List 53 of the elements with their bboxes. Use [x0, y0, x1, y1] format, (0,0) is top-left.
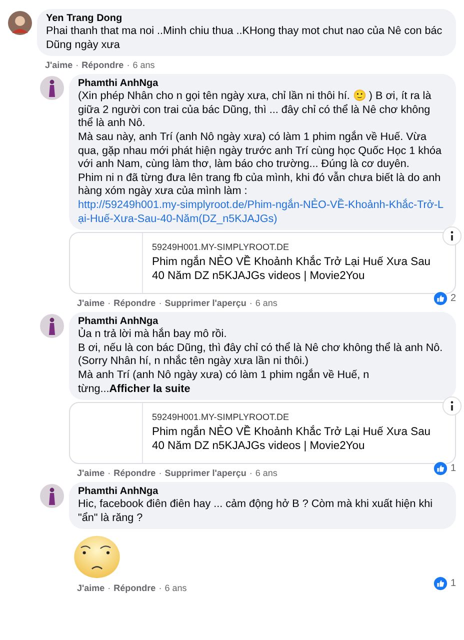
- separator: ·: [76, 60, 79, 70]
- timestamp: 6 ans: [255, 468, 278, 478]
- avatar-icon[interactable]: [40, 484, 64, 508]
- comment-text: Ủa n trả lời mà hắn bay mô rồi.: [78, 328, 228, 342]
- separator: ·: [108, 468, 111, 478]
- avatar-icon[interactable]: [8, 11, 32, 35]
- like-icon: [433, 291, 448, 306]
- author-name[interactable]: Phamthi AnhNga: [78, 316, 447, 328]
- preview-title: Phim ngắn NẺO VỀ Khoảnh Khắc Trở Lại Huế Xưa Sau 40 Năm DZ n5KJAJGs videos | Movie2You: [152, 255, 432, 284]
- like-icon: [433, 576, 448, 592]
- action-link[interactable]: Répondre: [114, 583, 156, 594]
- info-icon[interactable]: [442, 226, 462, 246]
- separator: ·: [249, 298, 252, 308]
- action-link[interactable]: J'aime: [77, 468, 105, 478]
- comment-text: B ơi, nếu là con bác Dũng, thì đây chỉ có thể là Nê chơ không thể là anh Nô.: [78, 342, 444, 354]
- action-link[interactable]: J'aime: [45, 60, 73, 70]
- timestamp: 6 ans: [255, 298, 278, 308]
- timestamp: 6 ans: [132, 60, 155, 70]
- action-link[interactable]: Répondre: [114, 298, 156, 308]
- preview-title: Phim ngắn NẺO VỀ Khoảnh Khắc Trở Lại Huế Xưa Sau 40 Năm DZ n5KJAJGs videos | Movie2You: [152, 425, 432, 454]
- separator: ·: [108, 298, 111, 308]
- preview-domain: 59249H001.MY-SIMPLYROOT.DE: [152, 412, 290, 422]
- preview-domain: 59249H001.MY-SIMPLYROOT.DE: [152, 242, 290, 252]
- separator: ·: [108, 583, 111, 594]
- comment-text: Mà sau này, anh Trí (anh Nô ngày xưa) có làm 1 phim ngắn về Huế. Vừa qua, gặp nhau mới phát hiện ngày trước anh Trí cùng học Quốc Học 1 khóa với anh Nam, cùng làm thơ, làm báo cho trường... Đúng là cơ duyên.: [78, 130, 443, 172]
- separator: ·: [126, 60, 130, 70]
- action-link[interactable]: Répondre: [82, 60, 124, 70]
- see-more-link[interactable]: Afficher la suite: [109, 382, 190, 394]
- action-link[interactable]: J'aime: [77, 298, 105, 308]
- separator: ·: [158, 298, 162, 308]
- timestamp: 6 ans: [164, 583, 187, 594]
- link[interactable]: http://59249h001.my-simplyroot.de/Phim-ngắn-NẺO-VỀ-Khoảnh-Khắc-Trở-Lại-Huế-Xưa-Sau-40-Năm(DZ_n5KJAJGs): [78, 198, 447, 226]
- comment-text: Hic, facebook điên điên hay ... cảm động hở B ? Còm mà khi xuất hiện khi "ẩn" là răng ?: [78, 498, 434, 526]
- avatar-icon[interactable]: [40, 314, 64, 338]
- action-link[interactable]: Supprimer l'aperçu: [164, 468, 246, 478]
- author-name[interactable]: Yen Trang Dong: [46, 13, 447, 25]
- separator: ·: [158, 468, 162, 478]
- comment-text: Phim ni n đã từng đưa lên trang fb của mình, khi đó vẫn chưa biết là do anh hàng xóm ngày xưa của mình làm : http://59249h001.my-simplyroot.de/Phim-ngắn-NẺO-VỀ-Khoảnh-Khắc-Trở-Lại-Huế-Xưa-Sau-40-Năm(DZ_n5KJAJGs): [78, 172, 447, 226]
- like-icon: [433, 461, 448, 476]
- like-count: 1: [433, 576, 456, 592]
- comment-text: (Xin phép Nhân cho n gọi tên ngày xưa, chỉ lần ni thôi hí. 🙂 ) B ơi, ít ra là giữa 2 người con trai của bác Dũng, thì ... đây chỉ có thể là Nê chơ không thể là anh Nô.: [78, 90, 432, 130]
- avatar-icon[interactable]: [40, 76, 64, 100]
- action-link[interactable]: Répondre: [114, 468, 156, 478]
- author-name[interactable]: Phamthi AnhNga: [78, 486, 447, 498]
- author-name[interactable]: Phamthi AnhNga: [78, 78, 447, 90]
- comment-text: Phai thanh that ma noi ..Minh chiu thua ..KHong thay mot chut nao của Nê con bác Dũng ngày xưa: [46, 25, 444, 52]
- info-icon[interactable]: [442, 396, 462, 416]
- comment-text: Mà anh Trí (anh Nô ngày xưa) có làm 1 phim ngắn về Huế, n từng...Afficher la suite: [78, 368, 370, 396]
- action-link[interactable]: Supprimer l'aperçu: [164, 298, 246, 308]
- separator: ·: [158, 583, 162, 594]
- separator: ·: [249, 468, 252, 478]
- comment-text: (Sorry Nhân hí, n nhắc tên ngày xưa lần ni thôi.): [78, 355, 310, 368]
- action-link[interactable]: J'aime: [77, 583, 105, 594]
